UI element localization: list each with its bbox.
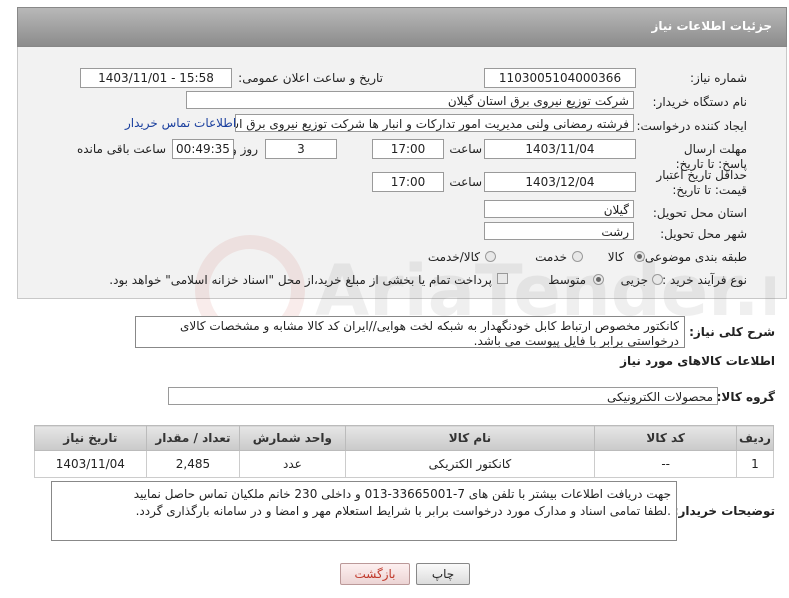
purchase-radio-medium[interactable] <box>593 274 604 285</box>
category-radio-goods-service[interactable] <box>485 251 496 262</box>
reply-date-field: 1403/11/04 <box>484 139 636 159</box>
goods-group-label: گروه کالا: <box>716 390 775 404</box>
print-button[interactable]: چاپ <box>416 563 470 585</box>
reply-time-field: 17:00 <box>372 139 444 159</box>
remaining-time-field: 00:49:35 <box>172 139 234 159</box>
cell-quantity: 2,485 <box>145 450 241 478</box>
back-button[interactable]: بازگشت <box>340 563 410 585</box>
col-need-date: تاریخ نیاز <box>34 425 147 451</box>
purchase-option-medium: متوسط <box>548 273 586 287</box>
page-header: جزئیات اطلاعات نیاز <box>17 7 787 47</box>
remaining-label: ساعت باقی مانده <box>76 142 166 156</box>
goods-table-header: تاریخ نیاز تعداد / مقدار واحد شمارش نام … <box>34 425 775 451</box>
goods-group-field: محصولات الکترونیکی <box>168 387 718 405</box>
category-option-service: خدمت <box>535 250 567 264</box>
treasury-payment-checkbox[interactable] <box>497 273 508 284</box>
page-title: جزئیات اطلاعات نیاز <box>651 19 772 33</box>
city-field: رشت <box>484 222 634 240</box>
province-label: استان محل تحویل: <box>652 206 747 220</box>
announce-label: تاریخ و ساعت اعلان عمومی: <box>238 71 383 85</box>
province-field: گیلان <box>484 200 634 218</box>
buyer-notes-label: توضیحات خریدار: <box>673 504 775 518</box>
table-row: 1403/11/04 2,485 عدد کانکتور الکتریکی --… <box>34 450 775 478</box>
announce-field: 1403/11/01 - 15:58 <box>80 68 232 88</box>
summary-textarea: کانکتور مخصوص ارتباط کابل خودنگهدار به ش… <box>135 316 685 348</box>
cell-row-number: 1 <box>735 450 775 478</box>
purchase-type-label: نوع فرآیند خرید : <box>662 273 747 287</box>
buyer-org-label: نام دستگاه خریدار: <box>652 95 748 109</box>
purchase-option-minor: جزیی <box>620 273 648 287</box>
creator-field: فرشته رمضانی ولنی مدیریت امور تدارکات و … <box>235 114 634 132</box>
category-label: طبقه بندی موضوعی: <box>640 250 747 264</box>
validity-date-field: 1403/12/04 <box>484 172 636 192</box>
cell-item-name: کانکتور الکتریکی <box>344 450 596 478</box>
category-radio-goods[interactable] <box>634 251 645 262</box>
cell-unit: عدد <box>239 450 346 478</box>
category-option-goods: کالا <box>607 250 624 264</box>
treasury-payment-note: پرداخت تمام یا بخشی از مبلغ خرید،از محل … <box>109 273 492 287</box>
reply-time-label: ساعت <box>449 142 482 156</box>
category-radio-service[interactable] <box>572 251 583 262</box>
days-label: روز و <box>231 142 258 156</box>
cell-need-date: 1403/11/04 <box>34 450 147 478</box>
col-row-number: ردیف <box>735 425 775 451</box>
buyer-notes-line-2: .لطفا تمامی اسناد و مدارک مورد درخواست ب… <box>135 504 671 518</box>
city-label: شهر محل تحویل: <box>660 227 747 241</box>
category-option-goods-service: کالا/خدمت <box>427 250 480 264</box>
price-validity-label: حداقل تاریخ اعتبار قیمت: تا تاریخ: <box>656 168 747 197</box>
buyer-notes-line-1: جهت دریافت اطلاعات بیشتر با تلفن های 7-3… <box>133 487 671 501</box>
purchase-radio-minor[interactable] <box>652 274 663 285</box>
buyer-notes-textarea: جهت دریافت اطلاعات بیشتر با تلفن های 7-3… <box>51 481 677 541</box>
col-item-code: کد کالا <box>594 425 737 451</box>
col-item-name: نام کالا <box>344 425 596 451</box>
col-quantity: تعداد / مقدار <box>145 425 241 451</box>
cell-item-code: -- <box>594 450 737 478</box>
goods-table: تاریخ نیاز تعداد / مقدار واحد شمارش نام … <box>34 425 775 478</box>
goods-section-title: اطلاعات کالاهای مورد نیاز <box>620 354 775 368</box>
summary-label: شرح کلی نیاز: <box>689 325 775 339</box>
buyer-org-field: شرکت توزیع نیروی برق استان گیلان <box>186 91 634 109</box>
need-number-label: شماره نیاز: <box>690 71 747 85</box>
validity-time-field: 17:00 <box>372 172 444 192</box>
creator-label: ایجاد کننده درخواست: <box>636 119 747 133</box>
remaining-days-field: 3 <box>265 139 337 159</box>
validity-time-label: ساعت <box>449 175 482 189</box>
buyer-contact-link[interactable]: اطلاعات تماس خریدار <box>125 116 236 130</box>
need-number-field: 1103005104000366 <box>484 68 636 88</box>
col-unit: واحد شمارش <box>239 425 346 451</box>
